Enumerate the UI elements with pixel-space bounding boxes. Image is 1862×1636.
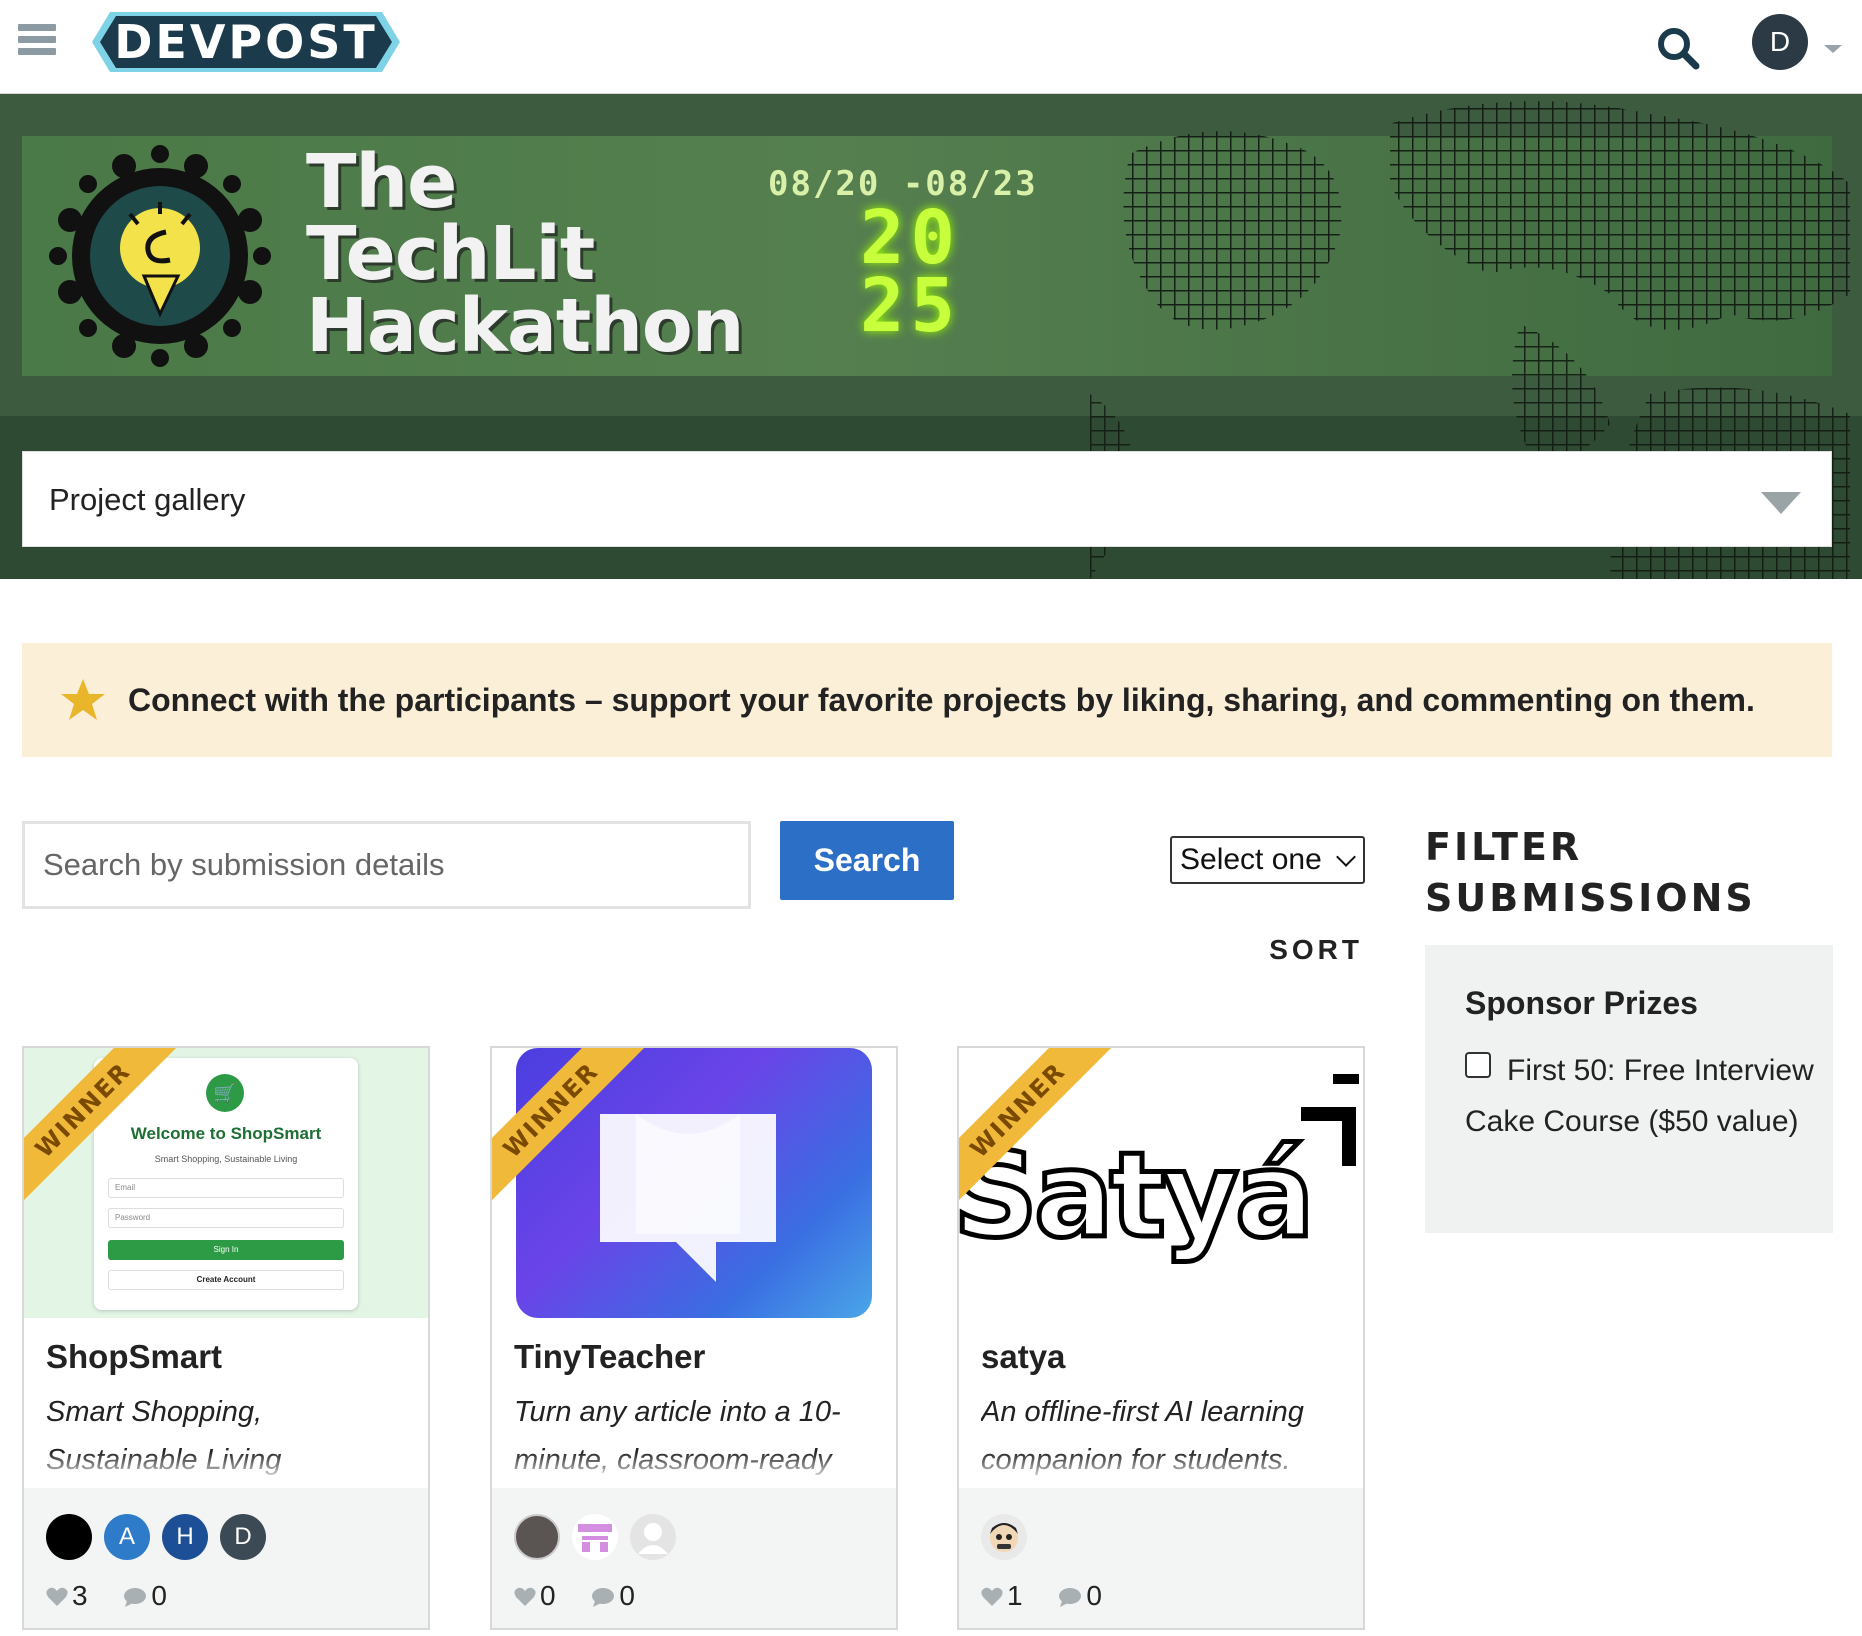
sort-label: SORT bbox=[1269, 934, 1363, 965]
avatar[interactable]: A bbox=[104, 1514, 150, 1560]
project-card[interactable]: 🛒 Welcome to ShopSmart Smart Shopping, S… bbox=[22, 1046, 430, 1630]
ribbon-text: WINNER bbox=[959, 1048, 1122, 1214]
chevron-down-icon bbox=[1336, 847, 1356, 867]
project-title[interactable]: ShopSmart bbox=[46, 1338, 222, 1376]
project-tagline: Smart Shopping, Sustainable Living bbox=[46, 1388, 416, 1482]
heart-icon bbox=[981, 1587, 1003, 1606]
top-navigation: DEVPOST D bbox=[0, 0, 1862, 94]
logo-text: DEVPOST bbox=[114, 15, 378, 69]
like-count-value: 0 bbox=[540, 1580, 556, 1611]
title-line: The bbox=[306, 139, 457, 225]
title-line: Hackathon bbox=[306, 283, 744, 369]
project-card-footer: 0 0 bbox=[492, 1488, 896, 1628]
lightbulb-gear-icon bbox=[49, 145, 271, 367]
project-stats: 1 0 bbox=[981, 1580, 1130, 1612]
comment-count[interactable]: 0 bbox=[591, 1580, 635, 1612]
filter-option-checkbox[interactable] bbox=[1465, 1052, 1491, 1078]
like-count[interactable]: 1 bbox=[981, 1580, 1023, 1612]
comment-icon bbox=[124, 1588, 147, 1607]
filter-title: FILTER SUBMISSIONS bbox=[1425, 822, 1756, 924]
avatar[interactable] bbox=[630, 1514, 676, 1560]
search-button[interactable]: Search bbox=[780, 821, 954, 900]
sort-select[interactable]: Select one bbox=[1170, 836, 1365, 884]
project-tagline: Turn any article into a 10-minute, class… bbox=[514, 1388, 884, 1482]
section-select-value: Project gallery bbox=[49, 482, 246, 517]
cart-icon: 🛒 bbox=[206, 1074, 244, 1112]
like-count-value: 1 bbox=[1007, 1580, 1023, 1611]
star-icon bbox=[61, 679, 105, 720]
thumb-signin-button: Sign In bbox=[108, 1240, 344, 1260]
comment-icon bbox=[592, 1588, 615, 1607]
project-title[interactable]: TinyTeacher bbox=[514, 1338, 705, 1376]
project-stats: 0 0 bbox=[514, 1580, 663, 1612]
logo-corner-mark bbox=[1301, 1074, 1359, 1166]
search-input[interactable] bbox=[22, 821, 751, 909]
notice-text: Connect with the participants – support … bbox=[128, 682, 1755, 718]
comment-count[interactable]: 0 bbox=[1058, 1580, 1102, 1612]
project-thumbnail[interactable]: WINNER bbox=[492, 1048, 896, 1318]
user-placeholder-icon bbox=[638, 1523, 668, 1554]
year-line: 25 bbox=[860, 263, 962, 349]
chevron-down-icon[interactable] bbox=[1824, 45, 1842, 53]
thumb-create-button: Create Account bbox=[108, 1270, 344, 1290]
like-count-value: 3 bbox=[72, 1580, 88, 1611]
ribbon-text: WINNER bbox=[492, 1048, 655, 1214]
sort-select-value: Select one bbox=[1180, 843, 1322, 876]
project-tagline: An offline-first AI learning companion f… bbox=[981, 1388, 1351, 1482]
comment-icon bbox=[1059, 1588, 1082, 1607]
storefront-icon bbox=[578, 1524, 612, 1552]
project-thumbnail[interactable]: Satyá WINNER bbox=[959, 1048, 1363, 1318]
filter-title-line: SUBMISSIONS bbox=[1425, 876, 1756, 920]
hackathon-title: The TechLit Hackathon bbox=[306, 139, 744, 369]
filter-option-label[interactable]: First 50: Free Interview Cake Course ($5… bbox=[1465, 1045, 1815, 1147]
team-members: AHD bbox=[46, 1514, 278, 1562]
winner-ribbon: WINNER bbox=[959, 1048, 1133, 1222]
avatar[interactable] bbox=[46, 1514, 92, 1560]
winner-ribbon: WINNER bbox=[492, 1048, 666, 1222]
comment-count[interactable]: 0 bbox=[123, 1580, 167, 1612]
caret-down-icon[interactable] bbox=[1761, 492, 1801, 514]
avatar[interactable] bbox=[514, 1514, 560, 1560]
project-stats: 3 0 bbox=[46, 1580, 195, 1612]
hamburger-menu-icon[interactable] bbox=[18, 24, 56, 62]
cartoon-avatar-icon bbox=[990, 1523, 1018, 1552]
search-icon[interactable] bbox=[1656, 26, 1700, 70]
devpost-logo[interactable]: DEVPOST bbox=[92, 12, 400, 72]
project-thumbnail[interactable]: 🛒 Welcome to ShopSmart Smart Shopping, S… bbox=[24, 1048, 428, 1318]
project-card[interactable]: Satyá WINNER satya An offline-first AI l… bbox=[957, 1046, 1365, 1630]
avatar[interactable]: H bbox=[162, 1514, 208, 1560]
heart-icon bbox=[514, 1587, 536, 1606]
comment-count-value: 0 bbox=[151, 1580, 167, 1611]
filter-panel: Sponsor Prizes First 50: Free Interview … bbox=[1425, 945, 1833, 1233]
team-members bbox=[514, 1514, 688, 1562]
avatar[interactable] bbox=[981, 1514, 1027, 1560]
like-count[interactable]: 0 bbox=[514, 1580, 556, 1612]
team-members bbox=[981, 1514, 1039, 1562]
winner-ribbon: WINNER bbox=[24, 1048, 198, 1222]
user-avatar[interactable]: D bbox=[1752, 14, 1808, 70]
comment-count-value: 0 bbox=[1086, 1580, 1102, 1611]
project-title[interactable]: satya bbox=[981, 1338, 1065, 1376]
page-section-select[interactable]: Project gallery bbox=[22, 451, 1832, 547]
avatar[interactable]: D bbox=[220, 1514, 266, 1560]
project-card-footer: 1 0 bbox=[959, 1488, 1363, 1628]
title-line: TechLit bbox=[306, 211, 595, 297]
participant-notice: Connect with the participants – support … bbox=[22, 643, 1832, 757]
filter-group-heading: Sponsor Prizes bbox=[1465, 985, 1698, 1021]
avatar[interactable] bbox=[572, 1514, 618, 1560]
filter-title-line: FILTER bbox=[1425, 825, 1583, 869]
like-count[interactable]: 3 bbox=[46, 1580, 88, 1612]
comment-count-value: 0 bbox=[619, 1580, 635, 1611]
project-card[interactable]: WINNER TinyTeacher Turn any article into… bbox=[490, 1046, 898, 1630]
heart-icon bbox=[46, 1587, 68, 1606]
ribbon-text: WINNER bbox=[24, 1048, 187, 1214]
hackathon-hero: The TechLit Hackathon 08/20 -08/23 20 25… bbox=[0, 94, 1862, 579]
year-line: 20 bbox=[860, 195, 962, 281]
hackathon-year: 20 25 bbox=[860, 195, 962, 349]
project-card-footer: AHD 3 0 bbox=[24, 1488, 428, 1628]
